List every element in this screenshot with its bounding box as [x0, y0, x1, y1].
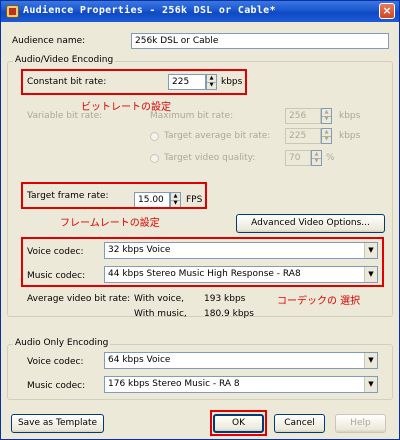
advanced-video-options-button[interactable]: Advanced Video Options... — [236, 214, 385, 233]
audio-only-music-codec-label: Music codec: — [27, 381, 86, 391]
bitrate-highlight-box — [21, 69, 247, 95]
target-average-label: Target average bit rate: — [164, 131, 271, 141]
window-title: Audience Properties - 256k DSL or Cable* — [23, 5, 276, 16]
target-quality-unit: % — [326, 153, 335, 163]
target-quality-label: Target video quality: — [164, 153, 256, 163]
audio-video-encoding-title: Audio/Video Encoding — [13, 55, 116, 65]
max-bitrate-input[interactable]: 256 — [285, 108, 321, 124]
audio-only-music-codec-select[interactable]: 176 kbps Stereo Music - RA 8 ▼ — [104, 376, 378, 393]
max-bitrate-unit: kbps — [339, 111, 361, 121]
ok-highlight-box — [210, 410, 267, 436]
target-quality-spinner[interactable]: ▲ ▼ — [311, 150, 322, 166]
target-average-spinner[interactable]: ▲ ▼ — [321, 128, 332, 144]
audience-name-label: Audience name: — [12, 36, 86, 46]
close-button[interactable]: × — [379, 3, 395, 19]
target-average-input[interactable]: 225 — [285, 128, 321, 144]
dropdown-arrow-icon[interactable]: ▼ — [364, 377, 377, 392]
variable-bitrate-label: Variable bit rate: — [27, 111, 103, 121]
codec-annotation: コーデックの 選択 — [277, 296, 361, 307]
framerate-annotation: フレームレートの設定 — [60, 218, 160, 229]
spin-down-icon[interactable]: ▼ — [312, 158, 321, 165]
avg-video-bitrate-label: Average video bit rate: — [27, 294, 131, 304]
audience-name-input[interactable]: 256k DSL or Cable — [131, 33, 389, 49]
target-average-radio[interactable] — [150, 132, 159, 141]
dropdown-arrow-icon[interactable]: ▼ — [364, 353, 377, 368]
cancel-button[interactable]: Cancel — [274, 414, 325, 433]
audience-properties-dialog: Audience Properties - 256k DSL or Cable*… — [0, 0, 400, 440]
close-icon: × — [382, 4, 392, 17]
spin-down-icon[interactable]: ▼ — [322, 116, 331, 123]
save-as-template-button[interactable]: Save as Template — [11, 414, 104, 433]
target-quality-radio[interactable] — [150, 154, 159, 163]
audio-only-music-codec-value: 176 kbps Stereo Music - RA 8 — [108, 379, 240, 389]
app-icon — [6, 5, 19, 18]
max-bitrate-label: Maximum bit rate: — [150, 111, 234, 121]
framerate-highlight-box — [21, 182, 207, 209]
help-button[interactable]: Help — [335, 414, 386, 433]
with-music-value: 180.9 kbps — [204, 309, 254, 319]
codec-highlight-box — [21, 237, 384, 287]
audio-only-voice-codec-select[interactable]: 64 kbps Voice ▼ — [104, 352, 378, 369]
spin-down-icon[interactable]: ▼ — [322, 136, 331, 143]
with-voice-value: 193 kbps — [204, 294, 246, 304]
max-bitrate-spinner[interactable]: ▲ ▼ — [321, 108, 332, 124]
audio-only-voice-codec-label: Voice codec: — [27, 357, 84, 367]
with-voice-label: With voice, — [134, 294, 184, 304]
title-bar[interactable]: Audience Properties - 256k DSL or Cable*… — [1, 1, 399, 22]
target-average-unit: kbps — [339, 131, 361, 141]
target-quality-input[interactable]: 70 — [285, 150, 311, 166]
audio-only-voice-codec-value: 64 kbps Voice — [108, 355, 171, 365]
audio-only-encoding-title: Audio Only Encoding — [13, 338, 111, 348]
with-music-label: With music, — [134, 309, 187, 319]
